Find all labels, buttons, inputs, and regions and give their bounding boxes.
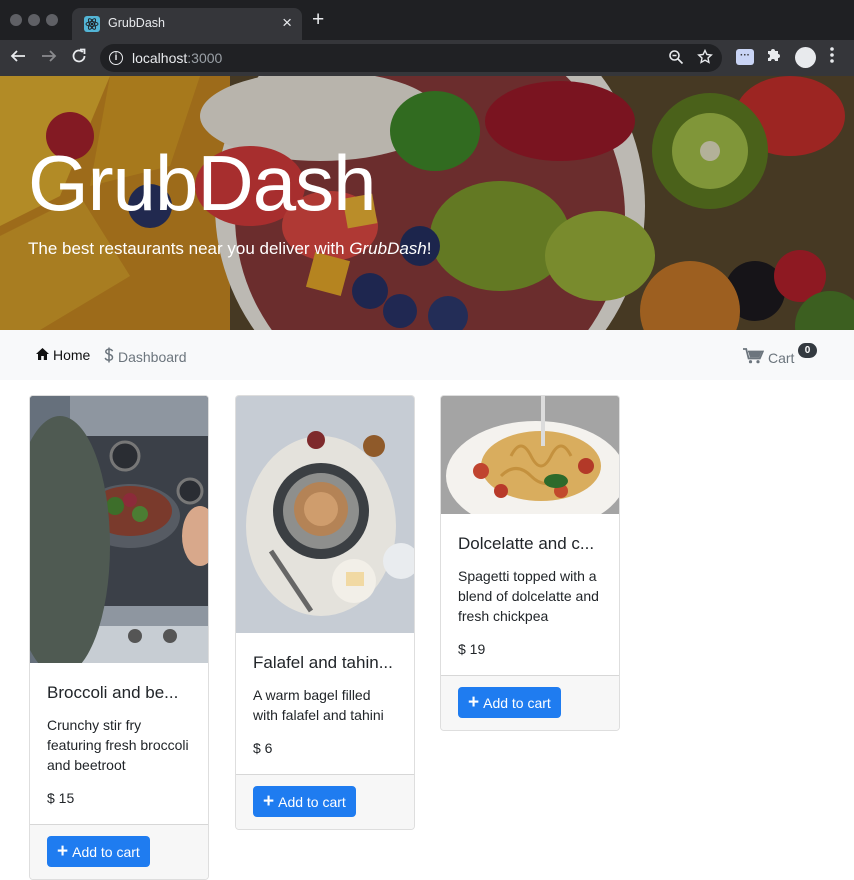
dish-price: $ 19 (458, 641, 486, 657)
tab-title: GrubDash (108, 16, 165, 30)
tagline-brand: GrubDash (349, 239, 427, 258)
tab-close-icon[interactable]: × (282, 13, 292, 33)
dish-name: Dolcelatte and c... (458, 534, 595, 553)
card-footer: + Add to cart (236, 774, 414, 829)
add-to-cart-button[interactable]: + Add to cart (47, 836, 150, 867)
dish-description: Crunchy stir fry featuring fresh broccol… (47, 717, 189, 773)
plus-icon: + (57, 840, 69, 862)
window-zoom-dot[interactable] (46, 14, 58, 26)
url-text: localhost:3000 (132, 50, 222, 66)
extensions-puzzle-icon[interactable] (765, 47, 781, 68)
add-to-cart-button[interactable]: + Add to cart (458, 687, 561, 718)
hero-banner: GrubDash The best restaurants near you d… (0, 76, 854, 330)
card-footer: + Add to cart (441, 675, 619, 730)
card-body: Dolcelatte and c... Spagetti topped with… (441, 514, 619, 657)
url-host: localhost (132, 50, 188, 66)
add-to-cart-label: Add to cart (483, 694, 551, 711)
reload-icon[interactable] (71, 47, 87, 69)
zoom-icon[interactable] (668, 49, 684, 70)
dish-description: A warm bagel filled with falafel and tah… (253, 687, 384, 723)
dish-price: $ 6 (253, 740, 273, 756)
browser-tab[interactable]: GrubDash × (72, 8, 302, 40)
plus-icon: + (263, 790, 275, 812)
dollar-icon (104, 347, 114, 366)
nav-dashboard-label: Dashboard (118, 348, 187, 365)
window-minimize-dot[interactable] (28, 14, 40, 26)
dish-image-falafel (236, 396, 414, 633)
forward-arrow-icon[interactable] (41, 47, 57, 69)
card-body: Falafel and tahin... A warm bagel filled… (236, 633, 414, 756)
dish-card: Dolcelatte and c... Spagetti topped with… (440, 395, 620, 731)
browser-toolbar: i localhost:3000 ··· (0, 40, 854, 76)
dish-name: Broccoli and be... (47, 683, 179, 702)
hero-tagline: The best restaurants near you deliver wi… (28, 239, 432, 259)
cart-count-badge: 0 (798, 343, 817, 358)
add-to-cart-label: Add to cart (72, 843, 140, 860)
nav-home-label: Home (53, 347, 91, 363)
site-info-icon[interactable]: i (109, 51, 123, 65)
extension-icon[interactable]: ··· (736, 49, 754, 65)
window-close-dot[interactable] (10, 14, 22, 26)
nav-cart-label: Cart (768, 349, 795, 366)
tagline-prefix: The best restaurants near you deliver wi… (28, 239, 350, 258)
dish-price: $ 15 (47, 790, 75, 806)
add-to-cart-button[interactable]: + Add to cart (253, 786, 356, 817)
nav-link-home[interactable]: Home (36, 347, 90, 363)
nav-link-dashboard[interactable]: Dashboard (104, 347, 187, 366)
card-footer: + Add to cart (30, 824, 208, 879)
url-port: :3000 (187, 50, 223, 66)
home-icon (36, 347, 49, 363)
add-to-cart-label: Add to cart (278, 793, 346, 810)
browser-menu-icon[interactable] (829, 46, 835, 69)
new-tab-button[interactable]: + (312, 9, 324, 30)
nav-link-cart[interactable]: Cart (743, 348, 794, 367)
react-favicon-icon (84, 16, 100, 32)
cart-icon (743, 348, 765, 367)
main-navbar: Home Dashboard Cart 0 (0, 330, 854, 380)
dish-card: Falafel and tahin... A warm bagel filled… (235, 395, 415, 830)
address-bar[interactable]: i localhost:3000 (100, 44, 722, 72)
card-body: Broccoli and be... Crunchy stir fry feat… (30, 663, 208, 806)
bookmark-star-icon[interactable] (697, 48, 713, 70)
dish-image-pasta (441, 396, 619, 514)
hero-title: GrubDash (28, 139, 376, 227)
browser-tab-strip: GrubDash × + (0, 0, 854, 40)
profile-avatar[interactable] (795, 47, 816, 68)
dish-description: Spagetti topped with a blend of dolcelat… (458, 568, 599, 624)
tagline-suffix: ! (426, 239, 432, 258)
dish-image-broccoli (30, 396, 208, 663)
dish-name: Falafel and tahin... (253, 653, 393, 672)
plus-icon: + (468, 691, 480, 713)
back-arrow-icon[interactable] (10, 47, 26, 69)
dish-card: Broccoli and be... Crunchy stir fry feat… (29, 395, 209, 880)
